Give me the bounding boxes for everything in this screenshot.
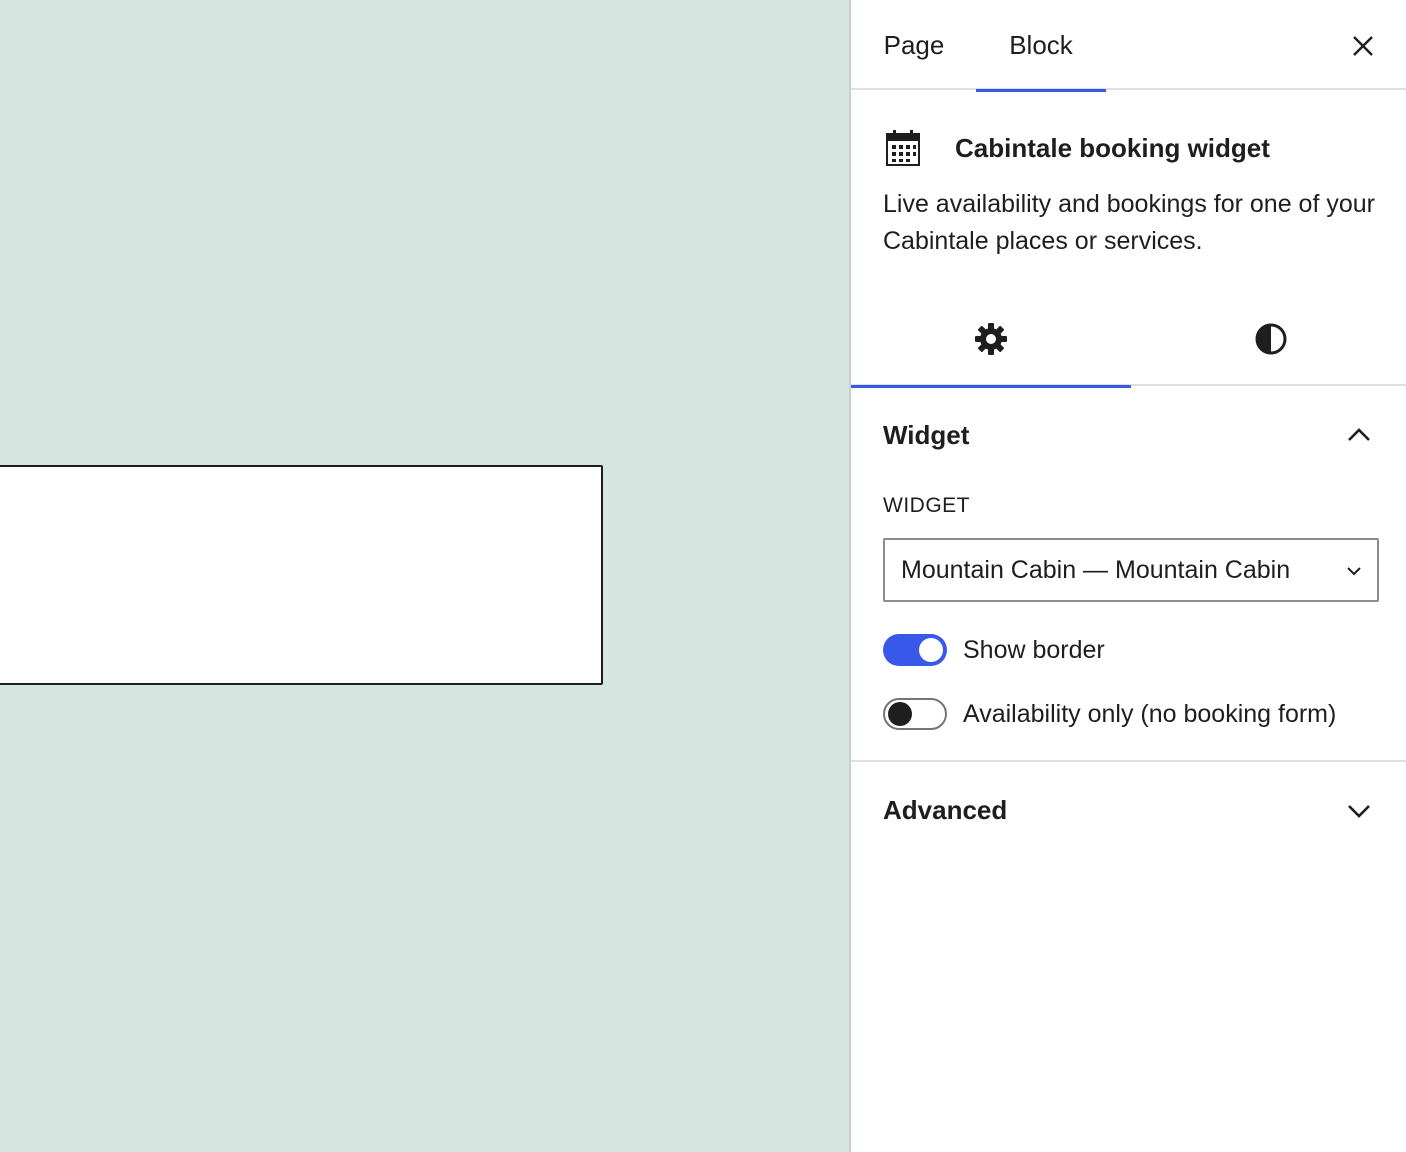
availability-only-label: Availability only (no booking form): [963, 699, 1337, 728]
chevron-down-icon: [1348, 805, 1370, 818]
advanced-panel-toggle[interactable]: Advanced: [883, 762, 1383, 858]
editor-canvas[interactable]: [0, 0, 849, 1152]
settings-sidebar: Page Block Cabintale booking widget Live…: [849, 0, 1406, 1152]
widget-panel-title: Widget: [883, 419, 970, 450]
booking-widget-block-preview[interactable]: [0, 465, 603, 685]
contrast-icon: [1255, 323, 1287, 355]
advanced-panel-title: Advanced: [883, 794, 1008, 825]
tab-block-label: Block: [1009, 29, 1073, 60]
chevron-up-icon: [1348, 428, 1370, 441]
widget-panel-toggle[interactable]: Widget: [883, 386, 1383, 484]
show-border-toggle-row[interactable]: Show border: [883, 633, 1105, 667]
widget-panel: Widget Widget Mountain Cabin — Mountain …: [851, 386, 1406, 762]
show-border-toggle[interactable]: [883, 634, 947, 666]
close-button[interactable]: [1341, 24, 1385, 68]
sidebar-header: Page Block: [851, 0, 1406, 92]
gear-icon: [975, 323, 1007, 355]
tab-page-label: Page: [883, 29, 945, 60]
widget-field-label: Widget: [883, 494, 970, 517]
tab-block[interactable]: Block: [976, 0, 1106, 92]
tab-settings[interactable]: [851, 292, 1131, 388]
tab-page[interactable]: Page: [851, 0, 977, 90]
inspector-tabs: [851, 292, 1406, 388]
block-title: Cabintale booking widget: [955, 132, 1270, 163]
chevron-down-icon: [1347, 567, 1361, 576]
calendar-icon: [883, 128, 923, 168]
block-card: Cabintale booking widget Live availabili…: [883, 120, 1383, 260]
widget-select[interactable]: Mountain Cabin — Mountain Cabin: [883, 538, 1379, 602]
tab-styles[interactable]: [1131, 292, 1406, 386]
availability-only-toggle-row[interactable]: Availability only (no booking form): [883, 697, 1336, 731]
availability-only-toggle[interactable]: [883, 698, 947, 730]
show-border-label: Show border: [963, 635, 1105, 664]
block-description: Live availability and bookings for one o…: [883, 190, 1375, 255]
close-icon: [1353, 36, 1373, 56]
widget-select-value: Mountain Cabin — Mountain Cabin: [901, 555, 1291, 584]
